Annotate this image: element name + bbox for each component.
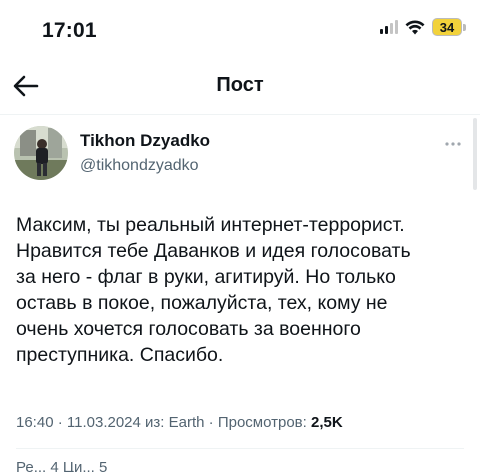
header-divider <box>0 114 480 115</box>
post-meta: 16:40 · 11.03.2024 из: Earth · Просмотро… <box>16 414 343 431</box>
battery-level: 34 <box>432 18 462 36</box>
top-nav: Пост <box>0 60 480 112</box>
status-time: 17:01 <box>42 19 97 42</box>
more-horizontal-icon <box>445 142 461 146</box>
post-source: Earth <box>168 414 205 431</box>
more-button[interactable] <box>444 134 462 152</box>
post-stats-row[interactable]: Ре... 4 Ци... 5 <box>16 459 107 472</box>
battery-icon: 34 <box>432 18 466 36</box>
scrollbar[interactable] <box>473 118 477 190</box>
views-count: 2,5K <box>310 414 343 431</box>
status-icons: 34 <box>380 18 466 36</box>
meta-divider <box>16 448 464 449</box>
views-label: Просмотров: <box>217 414 311 431</box>
author-handle[interactable]: @tikhondzyadko <box>80 157 199 175</box>
post-date[interactable]: 11.03.2024 <box>67 414 141 431</box>
post-text: Максим, ты реальный интернет-террорист. … <box>16 214 411 366</box>
status-bar: 17:01 34 <box>0 0 480 56</box>
page-title: Пост <box>216 74 264 96</box>
avatar[interactable] <box>14 126 68 180</box>
wifi-icon <box>405 19 425 34</box>
post-time[interactable]: 16:40 <box>16 414 54 431</box>
signal-icon <box>380 20 398 34</box>
author-name[interactable]: Tikhon Dzyadko <box>80 131 210 151</box>
avatar-photo <box>14 126 68 180</box>
